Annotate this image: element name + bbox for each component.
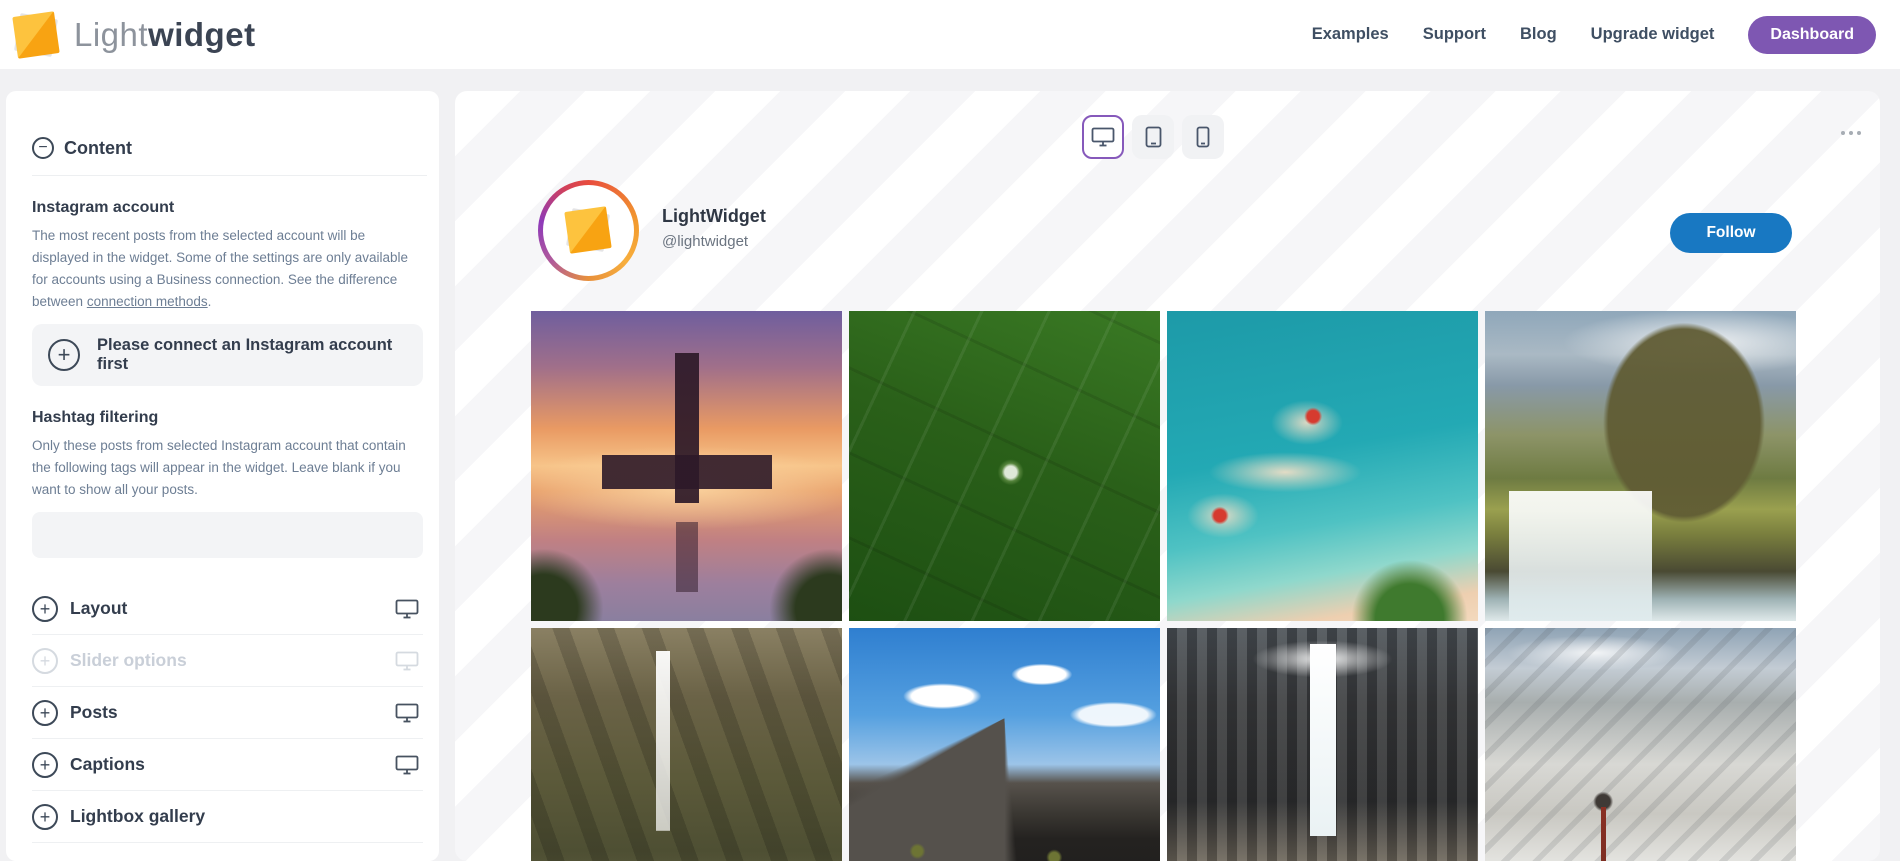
follow-button[interactable]: Follow (1670, 213, 1792, 253)
device-toggle-tablet[interactable] (1132, 115, 1174, 159)
profile-meta: LightWidget @lightwidget (662, 206, 766, 250)
connect-instagram-button[interactable]: + Please connect an Instagram account fi… (32, 324, 423, 386)
device-toggle-desktop[interactable] (1082, 115, 1124, 159)
lightwidget-logo[interactable]: Lightwidget (12, 11, 256, 59)
settings-sidebar: − Content Instagram account The most rec… (6, 91, 439, 861)
instagram-account-description: The most recent posts from the selected … (32, 225, 423, 313)
hashtag-filtering-description: Only these posts from selected Instagram… (32, 435, 423, 501)
profile-name: LightWidget (662, 206, 766, 227)
accordion-posts[interactable]: + Posts (32, 687, 423, 739)
dashboard-button[interactable]: Dashboard (1748, 16, 1876, 54)
options-menu-ellipsis-icon[interactable] (1841, 131, 1861, 135)
minus-circle-icon[interactable]: − (32, 137, 54, 159)
mobile-icon (1196, 126, 1210, 148)
plus-circle-icon: + (32, 700, 58, 726)
nav-link-support[interactable]: Support (1423, 25, 1486, 44)
profile-avatar[interactable] (538, 180, 639, 281)
logo-orange-square (12, 11, 59, 58)
plus-circle-icon: + (48, 339, 80, 371)
profile-handle: @lightwidget (662, 233, 766, 250)
instagram-post-grid (531, 311, 1796, 861)
connection-methods-link[interactable]: connection methods (87, 294, 208, 309)
hashtag-input[interactable] (32, 512, 423, 558)
desktop-icon (1091, 127, 1115, 147)
accordion-captions[interactable]: + Captions (32, 739, 423, 791)
content-section-header[interactable]: − Content (32, 137, 423, 159)
gallery-photo-kirkjufell[interactable] (1485, 311, 1796, 621)
gallery-photo-vestrahorn[interactable] (849, 628, 1160, 861)
logo-wordmark: Lightwidget (74, 16, 256, 54)
plus-circle-icon: + (32, 596, 58, 622)
divider (32, 175, 427, 176)
plus-circle-icon: + (32, 752, 58, 778)
instagram-account-heading: Instagram account (32, 199, 423, 217)
tablet-icon (1145, 126, 1162, 148)
device-toggle-group (1082, 115, 1224, 159)
gallery-photo-turquoise-jetty[interactable] (1167, 311, 1478, 621)
plus-circle-icon: + (32, 648, 58, 674)
accordion-lightbox-gallery[interactable]: + Lightbox gallery (32, 791, 423, 843)
nav-link-blog[interactable]: Blog (1520, 25, 1557, 44)
gallery-photo-bali-temple[interactable] (531, 311, 842, 621)
gallery-photo-canyon-waterfall[interactable] (531, 628, 842, 861)
plus-circle-icon: + (32, 804, 58, 830)
gallery-photo-glacier[interactable] (1485, 628, 1796, 861)
hashtag-filtering-heading: Hashtag filtering (32, 409, 423, 427)
top-navbar: Lightwidget Examples Support Blog Upgrad… (0, 0, 1900, 69)
desktop-monitor-icon (395, 599, 419, 619)
avatar-logo-icon (564, 206, 612, 254)
gallery-photo-rice-fields[interactable] (849, 311, 1160, 621)
accordion-layout[interactable]: + Layout (32, 583, 423, 635)
nav-link-examples[interactable]: Examples (1312, 25, 1389, 44)
settings-accordion-list: + Layout + Slider options + Posts + Capt… (32, 583, 423, 843)
device-toggle-mobile[interactable] (1182, 115, 1224, 159)
connect-instagram-label: Please connect an Instagram account firs… (97, 336, 407, 374)
desktop-monitor-icon (395, 651, 419, 671)
content-section-title: Content (64, 138, 132, 159)
nav-link-upgrade-widget[interactable]: Upgrade widget (1591, 25, 1715, 44)
primary-nav: Examples Support Blog Upgrade widget Das… (1312, 16, 1876, 54)
gallery-photo-svartifoss[interactable] (1167, 628, 1478, 861)
desktop-monitor-icon (395, 755, 419, 775)
desktop-monitor-icon (395, 703, 419, 723)
lightwidget-logo-icon (12, 11, 60, 59)
widget-preview-panel: LightWidget @lightwidget Follow (455, 91, 1880, 861)
accordion-slider-options: + Slider options (32, 635, 423, 687)
